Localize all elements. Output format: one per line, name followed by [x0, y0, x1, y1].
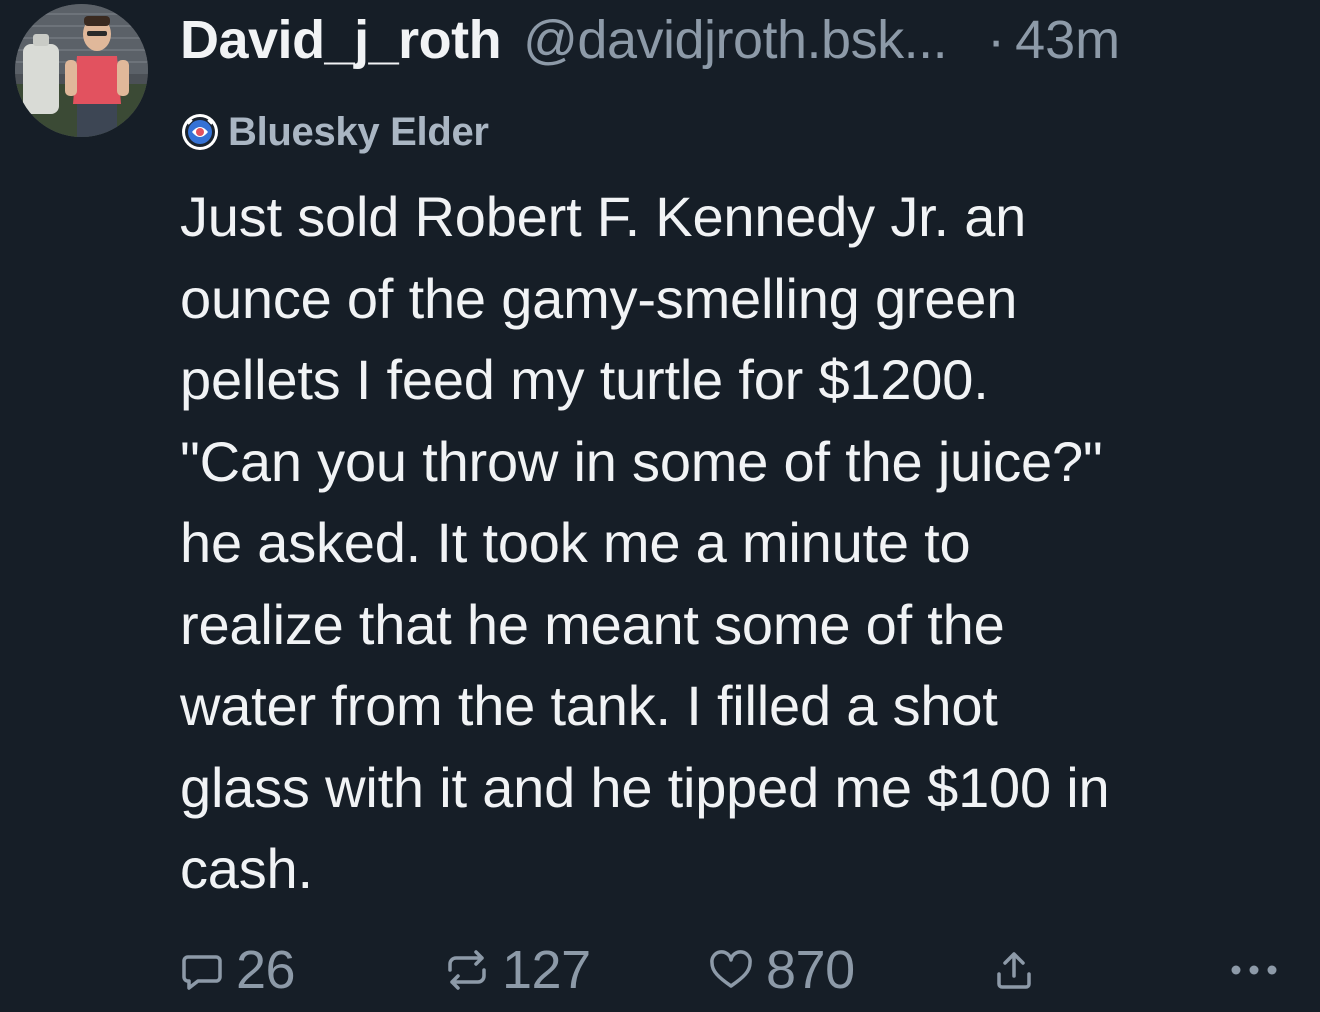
post-header: David_j_roth @davidjroth.bsk... · 43m	[180, 8, 1300, 72]
author-badge[interactable]: Bluesky Elder	[180, 108, 489, 156]
heart-icon	[710, 950, 752, 988]
profile-photo	[15, 4, 148, 137]
repost-count: 127	[502, 940, 591, 1000]
repost-button[interactable]: 127	[442, 930, 591, 1010]
badge-label: Bluesky Elder	[228, 109, 489, 154]
like-count: 870	[766, 940, 855, 1000]
post-body: Just sold Robert F. Kennedy Jr. an ounce…	[180, 176, 1300, 910]
post-text-line: Just sold Robert F. Kennedy Jr. an	[180, 185, 1027, 248]
header-separator: ·	[987, 10, 1006, 70]
author-avatar[interactable]	[15, 4, 148, 137]
post-text-line: he asked. It took me a minute to	[180, 511, 971, 574]
post-text-line: "Can you throw in some of the juice?"	[180, 429, 1103, 493]
like-button[interactable]: 870	[706, 930, 855, 1010]
repost-icon	[448, 950, 486, 990]
post-text-line: pellets I feed my turtle for $1200.	[180, 348, 989, 411]
share-icon	[997, 952, 1031, 989]
share-button[interactable]	[990, 930, 1038, 1010]
post-actions-bar: 26 127 870	[0, 930, 1320, 1010]
post-text-line: cash.	[180, 837, 313, 900]
reply-count: 26	[236, 940, 296, 1000]
reply-button[interactable]: 26	[178, 930, 296, 1010]
post-text-line: ounce of the gamy-smelling green	[180, 266, 1018, 330]
post-text-line: glass with it and he tipped me $100 in	[180, 755, 1110, 819]
post-text-line: water from the tank. I filled a shot	[180, 674, 998, 737]
elder-badge-icon	[182, 114, 218, 150]
post-text-line: realize that he meant some of the	[180, 592, 1005, 656]
author-handle[interactable]: @davidjroth.bsk...	[523, 8, 948, 72]
author-display-name[interactable]: David_j_roth	[180, 8, 502, 72]
reply-icon	[182, 955, 222, 990]
post-timestamp[interactable]: 43m	[1015, 8, 1120, 72]
more-options-button[interactable]	[1226, 930, 1282, 1010]
more-options-icon	[1231, 965, 1277, 975]
